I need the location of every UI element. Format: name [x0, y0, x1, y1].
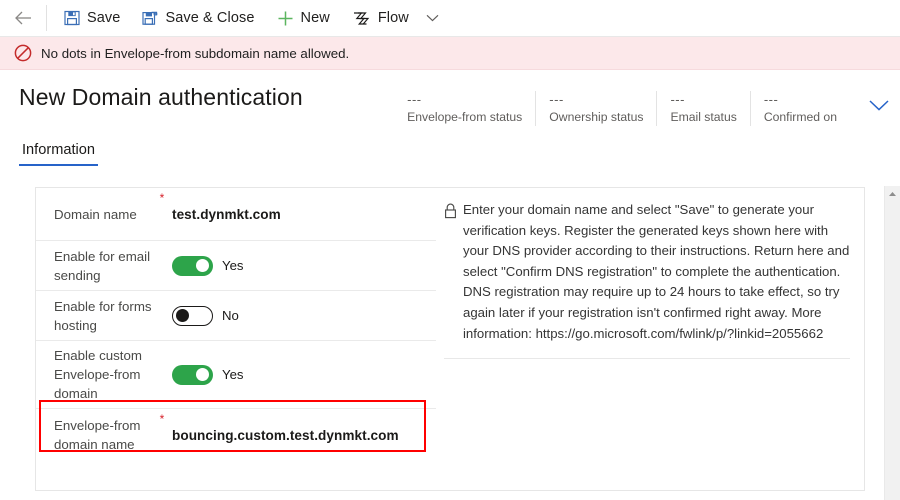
tab-information[interactable]: Information [19, 142, 99, 166]
field-label: Envelope-from domain name [54, 418, 141, 452]
stat-value: --- [763, 92, 779, 107]
field-row-enable-email-sending: Enable for email sending Yes [36, 241, 436, 291]
toggle-knob [176, 308, 189, 322]
stat-label: Confirmed on [763, 110, 837, 124]
scroll-up-button[interactable] [885, 186, 900, 201]
save-and-close-icon [142, 10, 159, 26]
form-card-wrapper: Domain name * test.dynmkt.com Enable for… [0, 174, 900, 491]
required-asterisk-placeholder [152, 241, 172, 244]
save-button[interactable]: Save [53, 0, 131, 36]
stat-value: --- [407, 92, 422, 107]
field-row-enable-custom-envelope-from-domain: Enable custom Envelope-from domain Yes [36, 341, 436, 409]
toggle-state-label: No [222, 308, 239, 323]
toggle-state-label: Yes [222, 367, 244, 382]
header-stat-envelope-from-status: --- Envelope-from status [394, 91, 535, 126]
toggle-knob [196, 258, 209, 272]
field-label: Enable custom Envelope-from domain [54, 348, 142, 401]
field-label: Enable for email sending [54, 248, 151, 283]
error-banner-message: No dots in Envelope-from subdomain name … [41, 45, 350, 61]
header-expand-button[interactable] [858, 84, 900, 126]
required-asterisk: * [159, 412, 165, 426]
tab-strip: Information [0, 142, 900, 174]
field-row-envelope-from-domain-name: Envelope-from domain name * bouncing.cus… [36, 409, 436, 461]
stat-label: Ownership status [549, 110, 644, 124]
header-status-strip: --- Envelope-from status --- Ownership s… [394, 91, 858, 126]
form-card: Domain name * test.dynmkt.com Enable for… [35, 187, 865, 491]
stat-label: Email status [670, 110, 737, 124]
field-row-enable-forms-hosting: Enable for forms hosting No [36, 291, 436, 341]
chevron-down-icon [426, 14, 439, 22]
toggle-enable-email-sending[interactable] [172, 255, 213, 276]
command-bar: Save Save & Close New Flow [0, 0, 900, 37]
save-disk-icon [64, 10, 80, 26]
envelope-from-domain-name-value[interactable]: bouncing.custom.test.dynmkt.com [172, 428, 399, 443]
stat-value: --- [670, 92, 685, 107]
info-panel-text: Enter your domain name and select "Save"… [463, 202, 850, 341]
required-asterisk-placeholder [152, 341, 172, 344]
lock-icon [444, 200, 457, 344]
field-label: Domain name [54, 206, 137, 222]
plus-icon [277, 10, 294, 27]
flow-icon [352, 11, 371, 26]
save-and-close-button[interactable]: Save & Close [131, 0, 265, 36]
required-asterisk: * [159, 191, 165, 205]
field-label: Enable for forms hosting [54, 298, 152, 333]
flow-button-label: Flow [377, 10, 409, 26]
header-stat-email-status: --- Email status [656, 91, 749, 126]
required-asterisk-placeholder [152, 291, 172, 294]
toggle-enable-forms-hosting[interactable] [172, 305, 213, 326]
toggle-group: Yes [172, 364, 244, 385]
arrow-left-icon [14, 11, 32, 25]
toggle-enable-custom-envelope-from-domain[interactable] [172, 364, 213, 385]
error-banner: No dots in Envelope-from subdomain name … [0, 37, 900, 70]
prohibition-icon [14, 44, 32, 62]
toggle-group: No [172, 305, 239, 326]
record-header: New Domain authentication --- Envelope-f… [0, 70, 900, 142]
new-button-label: New [300, 10, 330, 26]
info-panel: Enter your domain name and select "Save"… [444, 200, 850, 360]
chevron-down-icon [868, 99, 890, 112]
scroll-up-arrow-icon [888, 191, 897, 197]
header-stat-ownership-status: --- Ownership status [535, 91, 656, 126]
form-fields-column: Domain name * test.dynmkt.com Enable for… [36, 188, 436, 490]
toggle-group: Yes [172, 255, 244, 276]
command-bar-overflow-button[interactable] [420, 0, 446, 36]
command-bar-divider [46, 5, 47, 31]
field-row-domain-name: Domain name * test.dynmkt.com [36, 188, 436, 241]
back-button[interactable] [0, 0, 46, 36]
vertical-scrollbar[interactable] [884, 186, 900, 500]
stat-value: --- [549, 92, 564, 107]
tab-label: Information [22, 142, 96, 158]
toggle-knob [196, 367, 209, 381]
flow-button[interactable]: Flow [341, 0, 420, 36]
info-panel-column: Enter your domain name and select "Save"… [436, 188, 864, 490]
stat-label: Envelope-from status [407, 110, 523, 124]
save-button-label: Save [87, 10, 121, 26]
domain-name-value[interactable]: test.dynmkt.com [172, 207, 281, 222]
page-title: New Domain authentication [19, 84, 303, 110]
new-button[interactable]: New [266, 0, 341, 36]
save-and-close-button-label: Save & Close [165, 10, 255, 26]
header-stat-confirmed-on: --- Confirmed on [749, 91, 850, 126]
toggle-state-label: Yes [222, 258, 244, 273]
